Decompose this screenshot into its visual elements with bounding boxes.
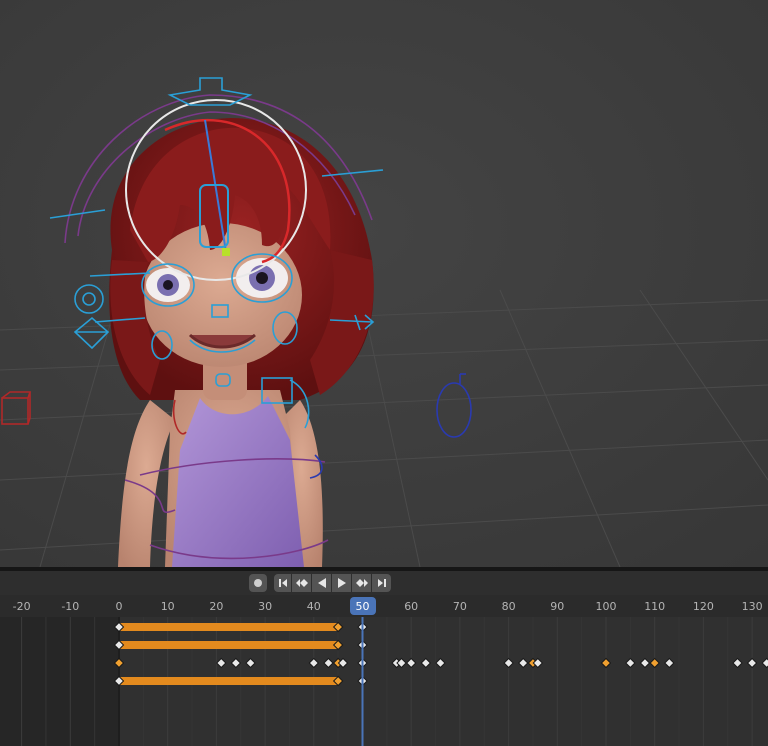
ruler-label: 10 [160,600,175,613]
ruler-label: 100 [595,600,617,613]
ruler-label: 80 [501,600,516,613]
ruler-label: 40 [306,600,321,613]
auto-keying-button[interactable] [249,574,267,592]
keyframe[interactable] [746,657,758,669]
ruler-label: 0 [115,600,123,613]
keyframe[interactable] [216,657,227,669]
record-dot-icon [254,579,262,587]
play-button[interactable] [332,574,351,592]
skip-end-icon [377,579,386,587]
keyframe[interactable] [761,657,768,669]
play-reverse-button[interactable] [312,574,331,592]
keyframe[interactable] [245,657,256,669]
skip-start-icon [278,579,287,587]
ruler-label: 120 [692,600,714,613]
playback-controls [0,571,768,595]
prev-keyframe-icon [295,579,308,587]
keyframe[interactable] [230,657,242,669]
ruler-label: -20 [12,600,31,613]
ruler-label: 60 [404,600,419,613]
keyframe[interactable] [732,657,743,669]
current-frame-indicator[interactable]: 50 [349,597,376,615]
keyframe-channels[interactable] [0,617,768,746]
ruler-label: -10 [61,600,80,613]
keyframe-canvas[interactable] [0,617,768,746]
timeline-editor[interactable]: -20 -10 0 10 20 30 40 60 70 80 90 100 110 120 130 50 [0,571,768,746]
keyframe[interactable] [625,657,636,669]
viewport-scene [0,0,768,567]
hold-bar [119,677,339,685]
ruler-label: 70 [452,600,467,613]
keyframe[interactable] [600,657,612,669]
ruler-label: 110 [644,600,666,613]
prev-keyframe-button[interactable] [292,574,311,592]
keyframe[interactable] [308,657,320,669]
ruler-label: 130 [741,600,763,613]
jump-to-end-button[interactable] [372,574,391,592]
pre-range-shade [0,617,119,746]
play-reverse-icon [317,578,326,588]
keyframe[interactable] [435,657,446,669]
keyframe[interactable] [518,657,529,669]
keyframe[interactable] [664,657,675,669]
keyframe[interactable] [323,657,334,669]
3d-viewport[interactable] [0,0,768,567]
hold-bar [119,623,339,631]
frame-ruler[interactable]: -20 -10 0 10 20 30 40 60 70 80 90 100 110 120 130 50 [0,595,768,617]
keyframe[interactable] [420,657,432,669]
keyframe[interactable] [639,657,651,669]
ruler-label: 90 [550,600,565,613]
keyframe[interactable] [649,657,660,669]
ruler-label: 30 [258,600,273,613]
keyframe[interactable] [405,657,417,669]
hold-bar [119,641,339,649]
next-keyframe-icon [355,579,368,587]
next-keyframe-button[interactable] [352,574,371,592]
keyframe[interactable] [503,657,514,669]
ruler-label: 20 [209,600,224,613]
jump-to-start-button[interactable] [274,574,291,592]
play-icon [337,578,346,588]
